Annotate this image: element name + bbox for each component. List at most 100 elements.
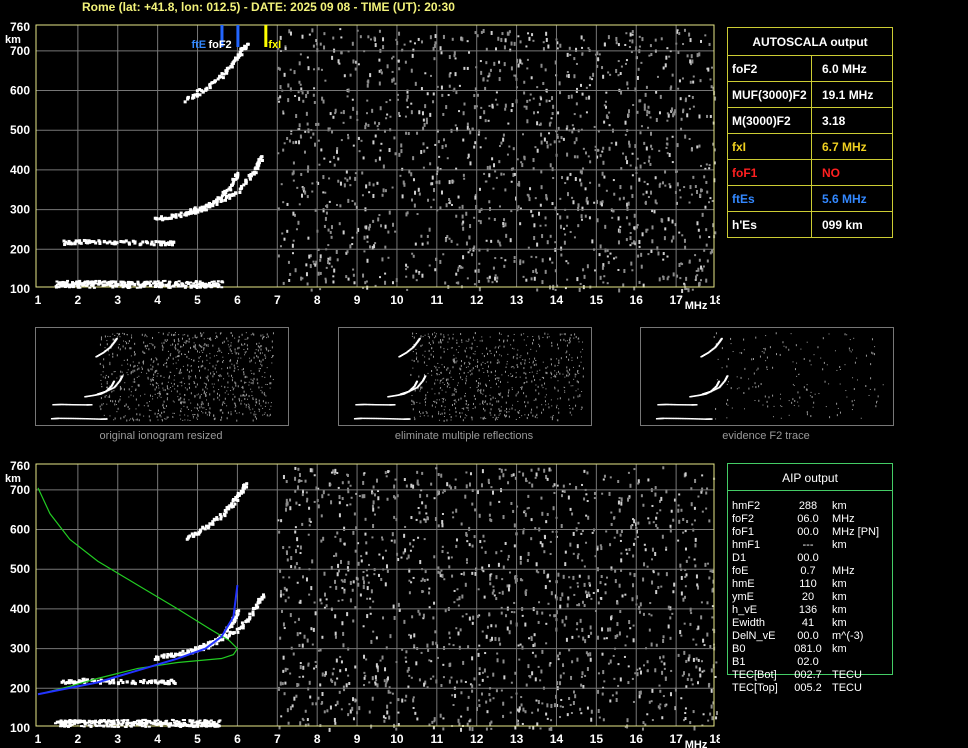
thumb-noise — [465, 340, 467, 342]
thumb-noise — [530, 348, 532, 350]
thumb-noise — [127, 342, 129, 344]
thumb-noise — [498, 361, 500, 364]
thumb-noise — [211, 383, 213, 385]
noise-dot — [546, 144, 549, 149]
thumb-noise — [174, 333, 176, 336]
thumb-noise — [552, 416, 554, 419]
thumb-noise — [220, 419, 222, 421]
noise-dot — [545, 193, 548, 196]
thumb-noise — [237, 385, 239, 388]
thumb-noise — [194, 407, 196, 409]
thumb-noise — [200, 365, 202, 368]
thumb-noise — [167, 333, 169, 336]
noise-dot — [698, 667, 701, 672]
noise-dot — [298, 80, 301, 84]
noise-dot — [414, 81, 417, 86]
noise-dot — [423, 579, 426, 583]
noise-dot — [508, 584, 511, 588]
thumbnail-original — [35, 327, 289, 426]
thumb-noise — [490, 361, 492, 364]
thumb-noise — [578, 341, 580, 343]
thumb-noise — [836, 369, 838, 371]
thumb-noise — [772, 394, 774, 397]
noise-dot — [657, 705, 660, 709]
thumb-noise — [206, 354, 208, 357]
thumb-noise — [270, 402, 272, 404]
noise-dot — [688, 138, 691, 141]
noise-dot — [536, 121, 539, 126]
noise-dot — [584, 590, 587, 594]
noise-dot — [451, 511, 454, 514]
thumb-noise — [458, 398, 460, 401]
echo-point — [208, 86, 212, 90]
thumb-noise — [228, 353, 230, 355]
noise-dot — [618, 197, 621, 201]
thumb-noise — [112, 355, 114, 358]
noise-dot — [337, 563, 340, 568]
thumb-noise — [484, 401, 486, 403]
thumb-noise — [205, 376, 207, 378]
thumb-echo — [692, 418, 695, 420]
thumb-noise — [235, 384, 237, 387]
thumb-noise — [874, 388, 876, 391]
thumb-noise — [550, 371, 552, 374]
noise-dot — [619, 225, 622, 228]
noise-dot — [405, 98, 408, 102]
thumb-noise — [152, 379, 154, 382]
thumb-echo — [699, 418, 702, 420]
thumb-noise — [136, 418, 138, 421]
thumb-noise — [532, 360, 534, 363]
noise-dot — [624, 120, 627, 125]
thumb-noise — [264, 376, 266, 378]
noise-dot — [603, 275, 606, 278]
thumb-noise — [533, 375, 535, 378]
echo-point — [161, 217, 165, 221]
thumb-noise — [258, 408, 260, 410]
noise-dot — [554, 288, 557, 291]
noise-dot — [313, 68, 316, 71]
noise-dot — [471, 571, 474, 575]
thumb-noise — [151, 378, 153, 381]
noise-dot — [563, 227, 566, 230]
noise-dot — [522, 707, 525, 712]
noise-dot — [517, 644, 520, 647]
noise-dot — [683, 622, 686, 625]
thumb-noise — [260, 348, 262, 351]
thumb-echo — [71, 417, 74, 420]
noise-dot — [387, 470, 390, 474]
noise-dot — [620, 90, 623, 95]
thumb-noise — [465, 407, 467, 409]
noise-dot — [477, 133, 480, 136]
noise-dot — [692, 75, 695, 78]
noise-dot — [295, 228, 298, 231]
thumb-noise — [165, 418, 167, 420]
thumb-echo — [83, 417, 86, 420]
noise-dot — [642, 721, 645, 725]
noise-dot — [327, 228, 330, 232]
x-tick-label: 4 — [154, 293, 161, 307]
noise-dot — [704, 205, 707, 209]
thumb-noise — [517, 400, 519, 402]
es-point — [112, 284, 116, 287]
noise-dot — [513, 41, 516, 46]
thumb-noise — [836, 402, 838, 405]
noise-dot — [357, 63, 360, 66]
thumb-noise — [102, 376, 104, 378]
es-point — [54, 285, 58, 288]
autoscala-value: 19.1 MHz — [822, 87, 874, 102]
thumb-noise — [220, 375, 222, 377]
thumb-noise — [188, 375, 190, 378]
noise-dot — [487, 119, 490, 122]
noise-dot — [303, 634, 306, 639]
thumb-noise — [726, 417, 728, 419]
noise-dot — [606, 282, 609, 285]
thumb-noise — [198, 369, 200, 372]
echo-point — [204, 204, 208, 208]
thumb-noise — [515, 394, 517, 397]
noise-dot — [391, 70, 394, 73]
noise-dot — [457, 718, 460, 723]
x-tick-label: 10 — [390, 293, 404, 307]
noise-dot — [424, 104, 427, 109]
thumb-noise — [120, 370, 122, 373]
noise-dot — [540, 63, 543, 68]
